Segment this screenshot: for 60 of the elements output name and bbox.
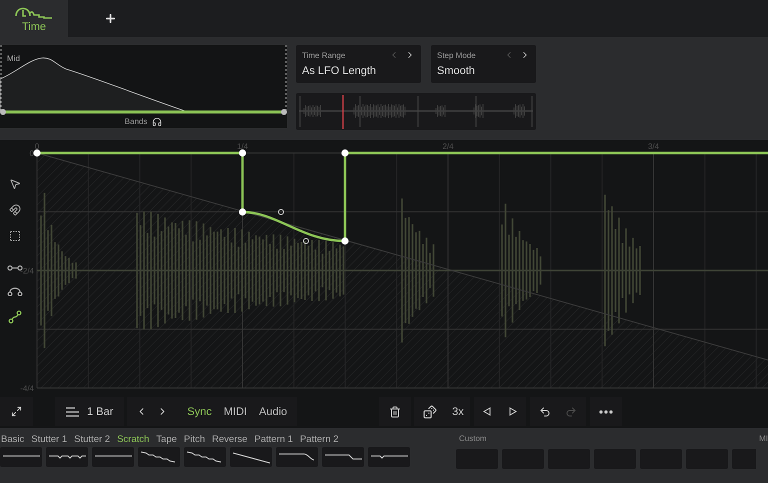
time-axis-label: 3/4 (648, 142, 660, 151)
more-icon (598, 410, 613, 414)
curve-handle[interactable] (303, 238, 309, 244)
curve-point[interactable] (341, 149, 349, 157)
selector-value: As LFO Length (302, 65, 377, 77)
pointer-icon (9, 178, 21, 190)
mode-tab[interactable]: Sync (183, 406, 216, 418)
preset-tab[interactable]: Pattern 1 (254, 434, 293, 445)
preset-shape-thumbnail[interactable] (322, 447, 364, 467)
preset-shape-thumbnail[interactable] (92, 447, 134, 467)
preset-shape-thumbnail[interactable] (46, 447, 88, 467)
curve-point[interactable] (238, 208, 246, 216)
magnet-icon (9, 204, 21, 216)
preset-shape-thumbnail[interactable] (276, 447, 318, 467)
s-curve-icon (8, 310, 22, 324)
right-triangle-icon (508, 407, 517, 416)
preset-tab[interactable]: Basic (1, 434, 24, 445)
preset-tab[interactable]: Pitch (184, 434, 206, 445)
left-triangle-icon (482, 407, 491, 416)
section-label: MI (759, 434, 768, 445)
preset-tab[interactable]: Stutter 1 (31, 434, 68, 445)
time-axis-label: 2/4 (442, 142, 454, 151)
selector-label: Step Mode (437, 50, 476, 60)
preset-tab[interactable]: Tape (156, 434, 177, 445)
selector-value: Smooth (437, 65, 476, 77)
bands-label: Bands (124, 117, 148, 126)
curve-handle[interactable] (278, 209, 284, 215)
tool-button[interactable] (8, 310, 22, 324)
preset-tab[interactable]: Reverse (212, 434, 248, 445)
mode-tab[interactable]: MIDI (220, 406, 251, 418)
band-label: Mid (7, 54, 20, 63)
tool-button[interactable] (9, 204, 21, 216)
selector-label: Time Range (302, 50, 346, 60)
preset-tab[interactable]: Scratch (117, 434, 150, 445)
custom-label: Custom (458, 434, 488, 445)
curve-point[interactable] (238, 149, 246, 157)
tool-button[interactable] (7, 286, 23, 296)
preset-shape-thumbnail[interactable] (184, 447, 226, 467)
tool-button[interactable] (9, 230, 21, 242)
level-axis-label: 0 (30, 149, 34, 158)
level-axis-label: -4/4 (20, 384, 34, 393)
level-axis-label: -2/4 (20, 266, 34, 276)
menu-icon (66, 406, 79, 416)
preset-shape-thumbnail[interactable] (230, 447, 272, 467)
time-axis-label: 1/4 (236, 142, 248, 151)
mode-tab[interactable]: Audio (255, 406, 292, 418)
preset-shape-thumbnail[interactable] (0, 447, 42, 467)
time-tab[interactable]: Time (0, 0, 68, 37)
selection-icon (9, 230, 21, 242)
curve-point[interactable] (33, 149, 41, 157)
arc-icon (7, 286, 23, 296)
preset-shape-thumbnail[interactable] (368, 447, 410, 467)
curve-point[interactable] (341, 237, 349, 245)
headphones-icon[interactable] (152, 116, 162, 126)
tool-button[interactable] (9, 178, 21, 190)
preset-tab[interactable]: Stutter 2 (74, 434, 110, 445)
time-axis-label: 0 (34, 142, 40, 151)
preset-shape-thumbnail[interactable] (138, 447, 180, 467)
band-spectrum-drawing[interactable] (0, 45, 287, 115)
preset-tab[interactable]: Pattern 2 (300, 434, 339, 445)
